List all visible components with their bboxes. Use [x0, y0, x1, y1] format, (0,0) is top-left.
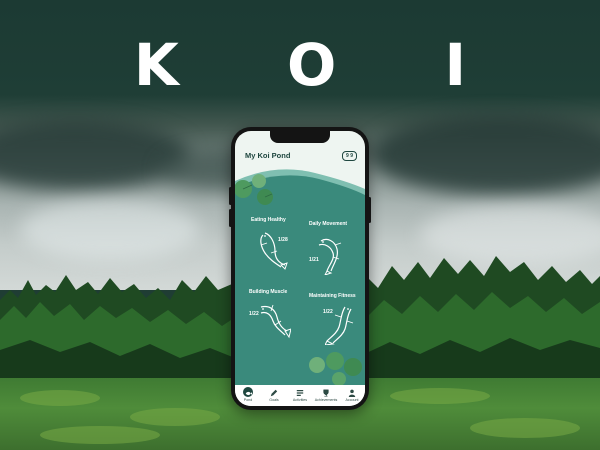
goal-title-eating-healthy: Eating Healthy — [251, 217, 286, 223]
koi-fish-icon[interactable] — [257, 299, 291, 341]
tab-pond[interactable]: Pond — [235, 386, 261, 406]
app-header: My Koi Pond 9 9 — [235, 145, 365, 169]
phone-notch — [270, 131, 330, 143]
app-screen: My Koi Pond 9 9 Eating Healthy 1/28 Dail… — [235, 131, 365, 406]
koi-pond: Eating Healthy 1/28 Daily Movement 1/21 … — [235, 167, 365, 387]
goal-progress: 1/28 — [278, 237, 288, 243]
goal-title-building-muscle: Building Muscle — [249, 289, 288, 295]
brand-title: K O I — [133, 31, 511, 99]
tab-activities[interactable]: Activities — [287, 386, 313, 406]
volume-button — [229, 209, 232, 227]
coin-badge[interactable]: 9 9 — [342, 151, 357, 161]
tab-goals[interactable]: Goals — [261, 386, 287, 406]
bottom-tab-bar: Pond Goals Activities Achievements Accou… — [235, 385, 365, 406]
trophy-icon — [321, 387, 331, 397]
goal-progress: 1/21 — [309, 257, 319, 263]
tab-achievements[interactable]: Achievements — [313, 386, 339, 406]
koi-fish-icon[interactable] — [315, 233, 349, 275]
pond-water — [235, 169, 365, 387]
power-button — [368, 197, 371, 223]
goal-title-maintaining-fitness: Maintaining Fitness — [309, 293, 356, 299]
volume-button — [229, 187, 232, 205]
koi-icon — [243, 387, 253, 397]
pencil-icon — [269, 387, 279, 397]
koi-fish-icon[interactable] — [255, 229, 289, 271]
tab-account[interactable]: Account — [339, 386, 365, 406]
user-icon — [347, 387, 357, 397]
phone-mockup: My Koi Pond 9 9 Eating Healthy 1/28 Dail… — [229, 127, 371, 410]
goal-title-daily-movement: Daily Movement — [309, 221, 348, 227]
goal-progress: 1/22 — [249, 311, 259, 317]
list-icon — [295, 387, 305, 397]
page-title: My Koi Pond — [245, 151, 291, 160]
koi-fish-icon[interactable] — [325, 303, 359, 345]
